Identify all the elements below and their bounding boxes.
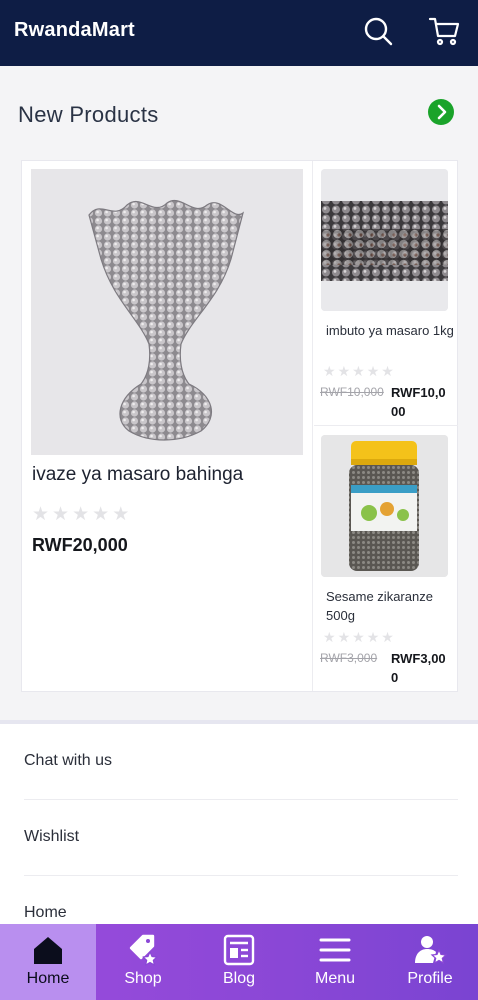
product-image[interactable] xyxy=(321,435,448,577)
star-icon: ★ xyxy=(92,504,110,525)
product-grid: ivaze ya masaro bahinga ★ ★ ★ ★ ★ RWF20,… xyxy=(21,160,458,692)
bottom-nav: Home Shop Blog Menu Profile xyxy=(0,924,478,1000)
product-card-featured[interactable]: ivaze ya masaro bahinga ★ ★ ★ ★ ★ RWF20,… xyxy=(22,161,313,691)
product-card[interactable]: Sesame zikaranze 500g ★ ★ ★ ★ ★ RWF3,000… xyxy=(314,427,458,692)
menu-item-label: Chat with us xyxy=(24,752,113,769)
menu-item-label: Home xyxy=(24,904,67,921)
menu-item-home[interactable]: Home xyxy=(24,876,458,924)
brand-logo[interactable]: RwandaMart xyxy=(14,19,135,42)
product-card[interactable]: imbuto ya masaro 1kg ★ ★ ★ ★ ★ RWF10,000… xyxy=(314,161,458,426)
product-name[interactable]: ivaze ya masaro bahinga xyxy=(32,464,243,486)
search-icon[interactable] xyxy=(362,15,394,47)
cart-icon[interactable] xyxy=(428,15,460,47)
product-price: RWF3,000 xyxy=(391,651,446,685)
nav-shop[interactable]: Shop xyxy=(95,924,191,1000)
star-icon: ★ xyxy=(381,629,394,645)
star-icon: ★ xyxy=(366,629,380,645)
nav-blog[interactable]: Blog xyxy=(191,924,287,1000)
nav-label: Shop xyxy=(124,970,162,987)
star-icon: ★ xyxy=(323,629,336,645)
product-image[interactable] xyxy=(321,169,448,311)
star-icon: ★ xyxy=(52,504,70,525)
menu-item-label: Wishlist xyxy=(24,828,80,845)
rating-stars: ★ ★ ★ ★ ★ xyxy=(32,503,129,526)
main-content: New Products ivaze ya masaro bahinga ★ ★… xyxy=(0,66,478,924)
rating-stars: ★ ★ ★ ★ ★ xyxy=(323,629,394,646)
star-icon: ★ xyxy=(381,363,394,379)
product-price: RWF10,000 xyxy=(391,385,446,419)
blog-icon xyxy=(222,933,256,967)
nav-home[interactable]: Home xyxy=(0,924,96,1000)
old-price: RWF10,000 xyxy=(320,385,384,399)
star-icon: ★ xyxy=(112,504,130,525)
product-price: RWF20,000 xyxy=(32,535,128,555)
menu-list: Chat with us Wishlist Home xyxy=(0,724,478,924)
old-price: RWF3,000 xyxy=(320,651,378,665)
shop-tag-icon xyxy=(126,933,160,967)
menu-item-chat[interactable]: Chat with us xyxy=(24,724,458,800)
star-icon: ★ xyxy=(32,504,50,525)
section-header: New Products xyxy=(0,66,478,158)
nav-label: Home xyxy=(26,970,70,987)
product-name[interactable]: Sesame zikaranze 500g xyxy=(326,587,454,625)
product-name[interactable]: imbuto ya masaro 1kg xyxy=(326,321,454,340)
nav-label: Menu xyxy=(314,970,356,987)
app-header: RwandaMart xyxy=(0,0,478,66)
section-title: New Products xyxy=(18,102,159,127)
star-icon: ★ xyxy=(366,363,380,379)
star-icon: ★ xyxy=(337,363,351,379)
star-icon: ★ xyxy=(72,504,90,525)
nav-label: Profile xyxy=(407,970,453,987)
profile-icon xyxy=(413,933,448,967)
menu-icon xyxy=(318,933,352,967)
star-icon: ★ xyxy=(323,363,336,379)
star-icon: ★ xyxy=(352,629,365,645)
chevron-right-icon[interactable] xyxy=(428,99,454,125)
menu-item-wishlist[interactable]: Wishlist xyxy=(24,800,458,876)
star-icon: ★ xyxy=(337,629,351,645)
star-icon: ★ xyxy=(352,363,365,379)
nav-menu[interactable]: Menu xyxy=(287,924,383,1000)
nav-profile[interactable]: Profile xyxy=(382,924,478,1000)
nav-label: Blog xyxy=(222,970,256,987)
rating-stars: ★ ★ ★ ★ ★ xyxy=(323,363,394,380)
home-icon xyxy=(31,933,65,967)
product-image[interactable] xyxy=(31,169,303,455)
